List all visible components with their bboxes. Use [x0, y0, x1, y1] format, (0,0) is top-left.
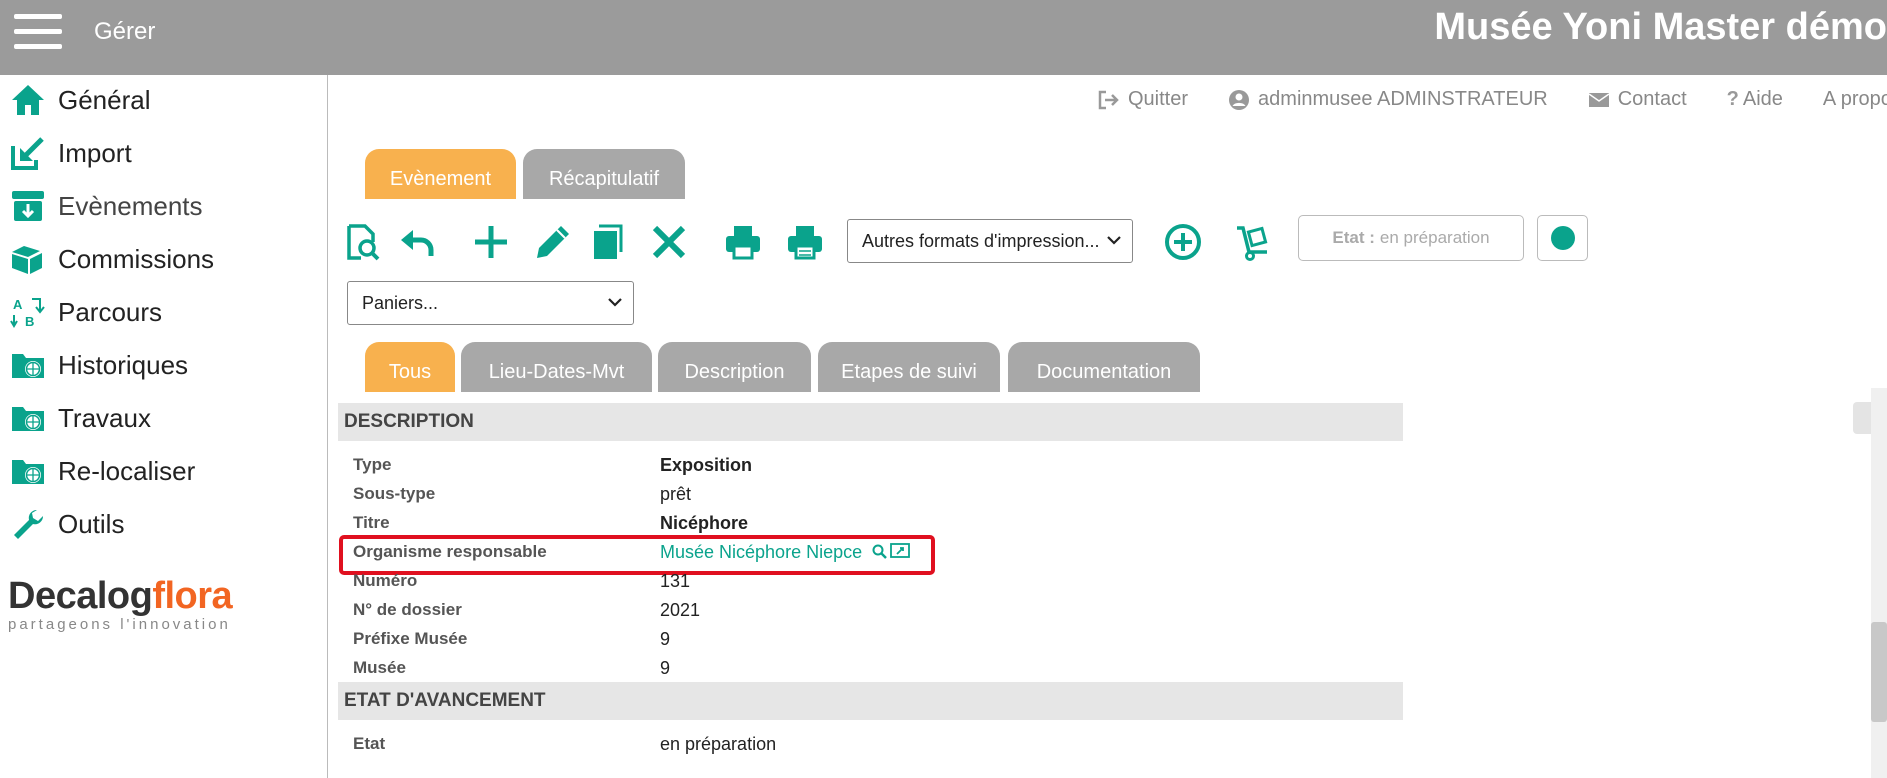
question-icon: ? [1726, 88, 1739, 110]
sidebar-item-commissions[interactable]: Commissions [8, 237, 214, 281]
folder-globe-icon [8, 347, 48, 383]
scrollbar-thumb[interactable] [1871, 622, 1887, 722]
tab-recapitulatif[interactable]: Récapitulatif [523, 149, 685, 199]
hamburger-menu-icon[interactable] [14, 14, 62, 50]
sidebar-item-historiques[interactable]: Historiques [8, 343, 188, 387]
user-circle-icon [1228, 89, 1250, 111]
sidebar-item-relocaliser[interactable]: Re-localiser [8, 449, 195, 493]
field-row-sous-type: Sous-type prêt [353, 483, 692, 504]
archive-box-icon [8, 188, 48, 224]
add-circle-button[interactable] [1159, 218, 1207, 266]
sidebar-item-evenements[interactable]: Evènements [8, 184, 203, 228]
wrench-icon [8, 506, 48, 542]
sidebar-item-travaux[interactable]: Travaux [8, 396, 151, 440]
manage-menu-label[interactable]: Gérer [94, 18, 155, 46]
print-alt-button[interactable] [781, 218, 829, 266]
status-dot-icon [1550, 226, 1575, 250]
tab-description[interactable]: Description [658, 342, 811, 392]
print-formats-select[interactable]: Autres formats d'impression... [847, 219, 1133, 263]
about-link[interactable]: A propos [1823, 88, 1887, 111]
add-button[interactable] [467, 218, 515, 266]
sidebar-item-general[interactable]: Général [8, 78, 151, 122]
chevron-down-icon [607, 294, 623, 315]
envelope-icon [1588, 92, 1610, 108]
top-bar: Gérer Musée Yoni Master démo [0, 0, 1887, 75]
state-status-button[interactable] [1537, 215, 1588, 261]
section-progress-header: ETAT D'AVANCEMENT [338, 682, 1403, 720]
print-button[interactable] [719, 218, 767, 266]
undo-button[interactable] [393, 218, 441, 266]
contact-link[interactable]: Contact [1588, 88, 1687, 111]
field-row-titre: Titre Nicéphore [353, 512, 749, 533]
preview-search-button[interactable] [339, 218, 387, 266]
field-row-numero: Numéro 131 [353, 570, 691, 591]
sort-az-icon: AB [8, 294, 48, 330]
folder-globe-icon [8, 400, 48, 436]
sidebar-item-import[interactable]: Import [8, 131, 132, 175]
sidebar-item-outils[interactable]: Outils [8, 502, 124, 546]
user-account-link[interactable]: adminmusee ADMINSTRATEUR [1228, 88, 1548, 111]
field-row-prefixe-musee: Préfixe Musée 9 [353, 628, 671, 649]
quit-link[interactable]: Quitter [1098, 88, 1188, 111]
field-row-etat: Etat en préparation [353, 733, 777, 754]
delete-button[interactable] [645, 218, 693, 266]
tab-tous[interactable]: Tous [365, 342, 455, 392]
app-title: Musée Yoni Master démo [1434, 6, 1887, 48]
sign-out-icon [1098, 90, 1120, 110]
chevron-down-icon [1106, 232, 1122, 253]
svg-text:A: A [13, 297, 23, 312]
svg-text:B: B [25, 314, 34, 329]
utility-bar: Quitter adminmusee ADMINSTRATEUR Contact… [1098, 88, 1887, 111]
baskets-select[interactable]: Paniers... [347, 281, 634, 325]
hand-truck-button[interactable] [1229, 218, 1277, 266]
sidebar: Général Import Evènements Commissions AB… [0, 75, 328, 778]
sidebar-item-parcours[interactable]: AB Parcours [8, 290, 162, 334]
tab-lieu-dates-mvt[interactable]: Lieu-Dates-Mvt [461, 342, 652, 392]
import-icon [8, 135, 48, 171]
field-row-dossier: N° de dossier 2021 [353, 599, 701, 620]
state-field: Etat : en préparation [1298, 215, 1524, 261]
field-row-musee: Musée 9 [353, 657, 671, 678]
folder-globe-icon [8, 453, 48, 489]
field-row-type: Type Exposition [353, 454, 753, 475]
home-icon [8, 82, 48, 118]
decalog-flora-logo: Decalogflora partageons l'innovation [8, 575, 233, 633]
help-link[interactable]: ? Aide [1727, 88, 1783, 111]
section-description-header: DESCRIPTION [338, 403, 1403, 441]
tab-etapes-de-suivi[interactable]: Etapes de suivi [818, 342, 1000, 392]
tab-documentation[interactable]: Documentation [1008, 342, 1200, 392]
edit-pencil-button[interactable] [529, 218, 577, 266]
tab-evenement[interactable]: Evènement [365, 149, 516, 199]
books-icon [8, 241, 48, 277]
duplicate-button[interactable] [585, 218, 633, 266]
